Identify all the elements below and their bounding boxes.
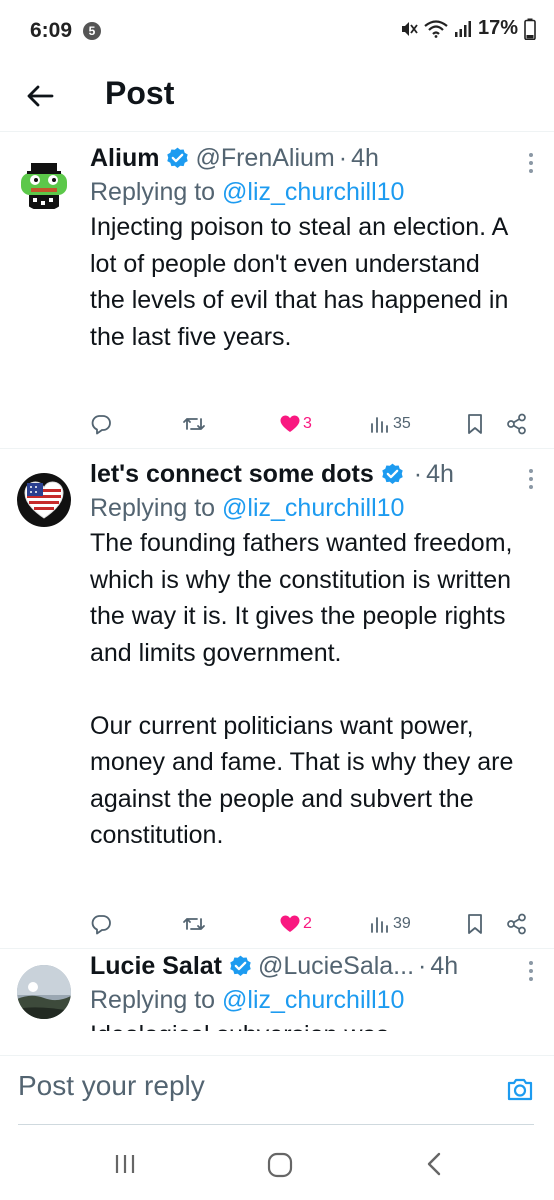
reply-button[interactable] (90, 413, 112, 435)
signal-icon (454, 20, 471, 37)
status-bar: 6:09 5 17% (0, 0, 554, 62)
reply-composer (0, 1055, 554, 1131)
top-app-bar: Post (0, 62, 554, 132)
replying-to-line: Replying to @liz_churchill10 (90, 983, 534, 1017)
landscape-avatar[interactable] (17, 965, 71, 1019)
author-name[interactable]: let's connect some dots (90, 457, 374, 491)
wifi-icon (424, 19, 448, 38)
repost-button[interactable] (182, 413, 206, 435)
post-text: Ideological subversion was (90, 1017, 538, 1031)
share-icon (507, 913, 526, 935)
views-button[interactable]: 35 (370, 414, 411, 434)
arrow-left-icon[interactable] (22, 78, 58, 114)
notification-count-badge: 5 (83, 22, 101, 40)
views-chart-icon (371, 917, 388, 933)
post-header: Alium @FrenAlium · 4h (90, 141, 534, 175)
bookmark-button[interactable] (467, 413, 483, 435)
pepe-frog-avatar[interactable] (17, 157, 71, 211)
author-handle[interactable]: @LucieSala... (258, 949, 414, 983)
like-button[interactable]: 2 (280, 915, 312, 933)
heart-filled-icon (280, 915, 300, 932)
mute-icon (401, 21, 418, 36)
post-text: The founding fathers wanted freedom, whi… (90, 529, 514, 849)
views-button[interactable]: 39 (370, 914, 411, 934)
replying-to-line: Replying to @liz_churchill10 (90, 175, 534, 209)
replying-to-link[interactable]: @liz_churchill10 (222, 494, 404, 522)
bookmark-icon (468, 914, 482, 934)
post-time[interactable]: 4h (426, 457, 454, 491)
verified-badge-icon (382, 463, 403, 484)
camera-icon[interactable] (506, 1076, 534, 1102)
reply-icon (91, 415, 111, 435)
replying-prefix: Replying to (90, 494, 223, 522)
bookmark-icon (468, 414, 482, 434)
reply-button[interactable] (90, 913, 112, 935)
views-chart-icon (371, 417, 388, 433)
replying-to-link[interactable]: @liz_churchill10 (222, 986, 404, 1014)
share-icon (507, 413, 526, 435)
post-header: let's connect some dots · 4h (90, 457, 534, 491)
replying-prefix: Replying to (90, 178, 223, 206)
author-handle[interactable]: @FrenAlium (195, 141, 334, 175)
replies-feed[interactable]: Alium @FrenAlium · 4h Replying to @liz_c… (0, 133, 554, 1031)
home-icon[interactable] (267, 1152, 293, 1178)
replying-to-line: Replying to @liz_churchill10 (90, 491, 534, 525)
reply-post[interactable]: Lucie Salat @LucieSala... · 4h Replying … (0, 949, 554, 1031)
battery-icon (524, 18, 536, 40)
status-time: 6:09 (30, 19, 73, 42)
like-count: 2 (303, 915, 312, 932)
reply-icon (91, 915, 111, 935)
heart-filled-icon (280, 415, 300, 432)
page-title: Post (105, 75, 175, 111)
separator-dot: · (338, 144, 348, 172)
like-count: 3 (303, 415, 312, 432)
post-time[interactable]: 4h (351, 141, 379, 175)
verified-badge-icon (167, 147, 189, 168)
nav-back-icon[interactable] (426, 1152, 442, 1176)
view-count: 35 (393, 415, 411, 432)
reply-divider (18, 1124, 534, 1125)
recent-apps-icon[interactable] (113, 1152, 137, 1176)
author-name[interactable]: Lucie Salat (90, 949, 222, 983)
like-button[interactable]: 3 (280, 415, 312, 433)
status-icons: 17% (400, 17, 536, 40)
post-time[interactable]: 4h (430, 949, 458, 983)
repost-icon (183, 918, 205, 930)
share-button[interactable] (506, 913, 528, 935)
battery-percent: 17% (477, 17, 518, 39)
reply-post[interactable]: let's connect some dots · 4h Replying to… (0, 449, 554, 949)
separator-dot: · (418, 952, 427, 980)
replying-prefix: Replying to (90, 986, 223, 1014)
repost-button[interactable] (182, 913, 206, 935)
system-navigation-bar (0, 1132, 554, 1200)
bookmark-button[interactable] (467, 913, 483, 935)
verified-badge-icon (230, 955, 251, 976)
author-name[interactable]: Alium (90, 141, 159, 175)
post-header: Lucie Salat @LucieSala... · 4h (90, 949, 534, 983)
post-actions: 3 35 (90, 409, 532, 439)
share-button[interactable] (506, 413, 528, 435)
repost-icon (183, 418, 205, 430)
replying-to-link[interactable]: @liz_churchill10 (222, 178, 404, 206)
post-text: Injecting poison to steal an election. A… (90, 213, 516, 351)
reply-post[interactable]: Alium @FrenAlium · 4h Replying to @liz_c… (0, 133, 554, 449)
reply-input[interactable] (18, 1064, 468, 1108)
post-actions: 2 39 (90, 909, 532, 939)
view-count: 39 (393, 915, 411, 932)
separator-dot: · (413, 460, 423, 488)
flag-heart-avatar[interactable] (17, 473, 71, 527)
